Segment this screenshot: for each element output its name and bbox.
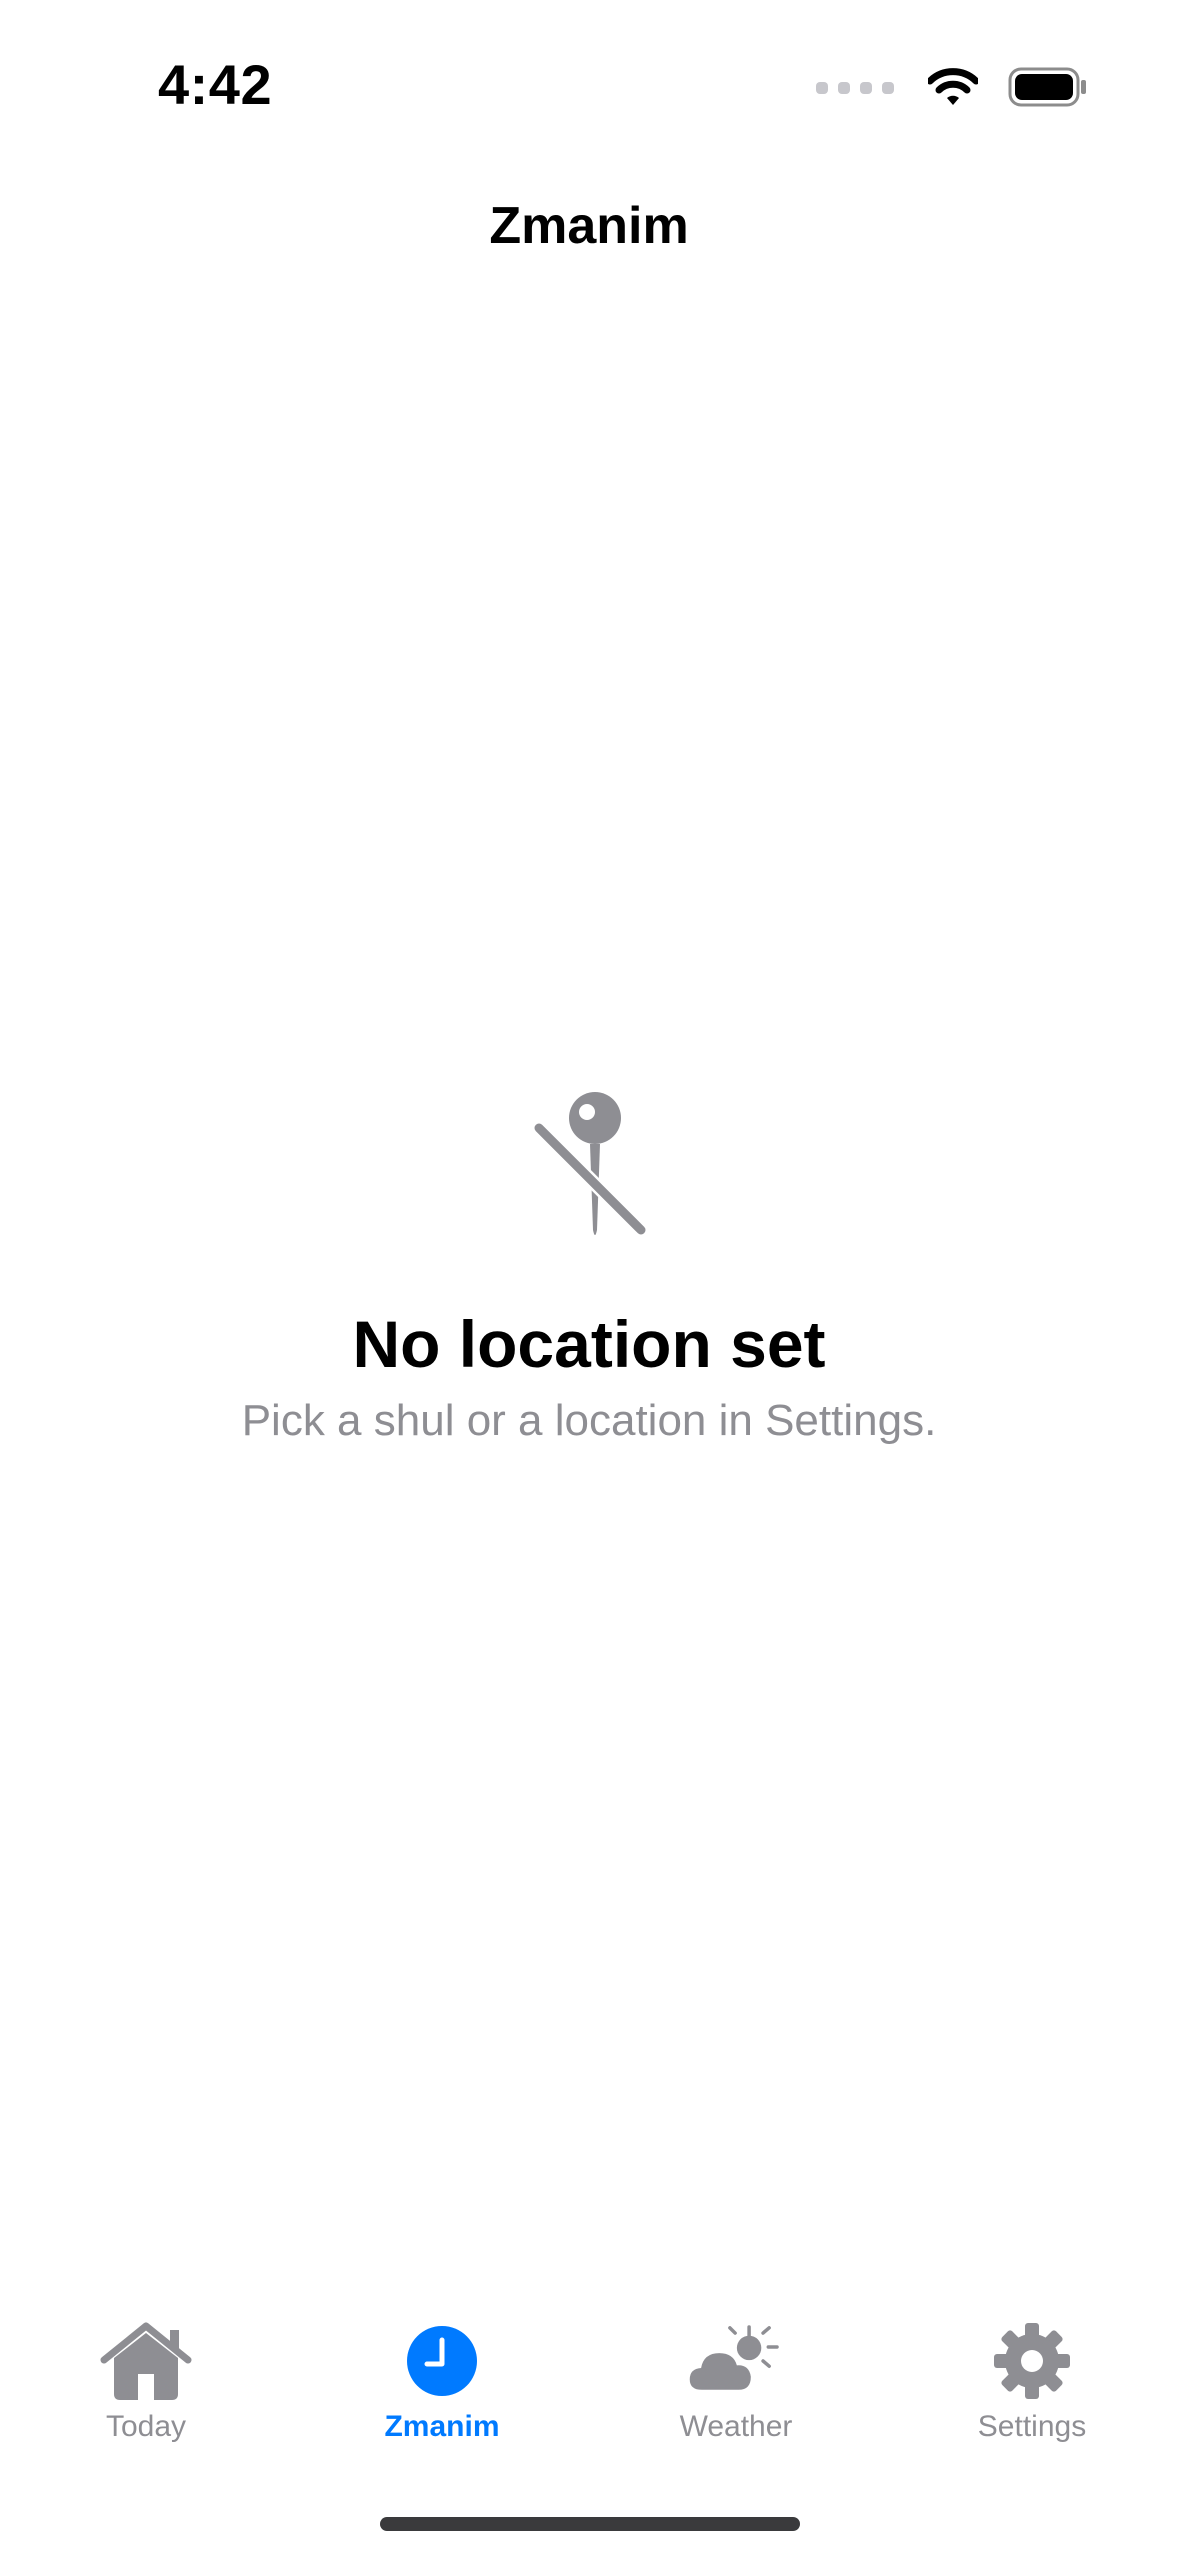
tab-zmanim[interactable]: Zmanim <box>322 2300 562 2460</box>
screen: 4:42 Zmanim No location set Pick a shul … <box>0 0 1178 2556</box>
clock-icon <box>407 2326 477 2396</box>
wifi-icon <box>928 68 978 105</box>
tab-settings[interactable]: Settings <box>912 2300 1152 2460</box>
empty-state: No location set Pick a shul or a locatio… <box>0 1090 1178 1446</box>
tab-today[interactable]: Today <box>26 2300 266 2460</box>
tab-weather[interactable]: Weather <box>616 2300 856 2460</box>
status-icons <box>816 62 1088 112</box>
tab-bar: Today Zmanim Weather Settings <box>0 2300 1178 2460</box>
status-time: 4:42 <box>158 53 273 116</box>
gear-icon <box>994 2323 1070 2399</box>
tab-weather-label: Weather <box>679 2410 793 2443</box>
page-title: Zmanim <box>489 197 689 255</box>
cellular-signal-icon <box>816 82 894 94</box>
tab-today-label: Today <box>105 2410 187 2443</box>
location-slash-icon <box>532 1092 648 1237</box>
house-icon <box>100 2322 192 2400</box>
empty-state-subtitle: Pick a shul or a location in Settings. <box>241 1396 937 1445</box>
empty-state-title: No location set <box>352 1307 826 1381</box>
tab-settings-label: Settings <box>977 2410 1087 2443</box>
battery-icon <box>1008 67 1086 107</box>
tab-zmanim-label: Zmanim <box>384 2410 500 2443</box>
cloud-sun-icon <box>688 2325 779 2393</box>
home-indicator[interactable] <box>380 2517 800 2531</box>
